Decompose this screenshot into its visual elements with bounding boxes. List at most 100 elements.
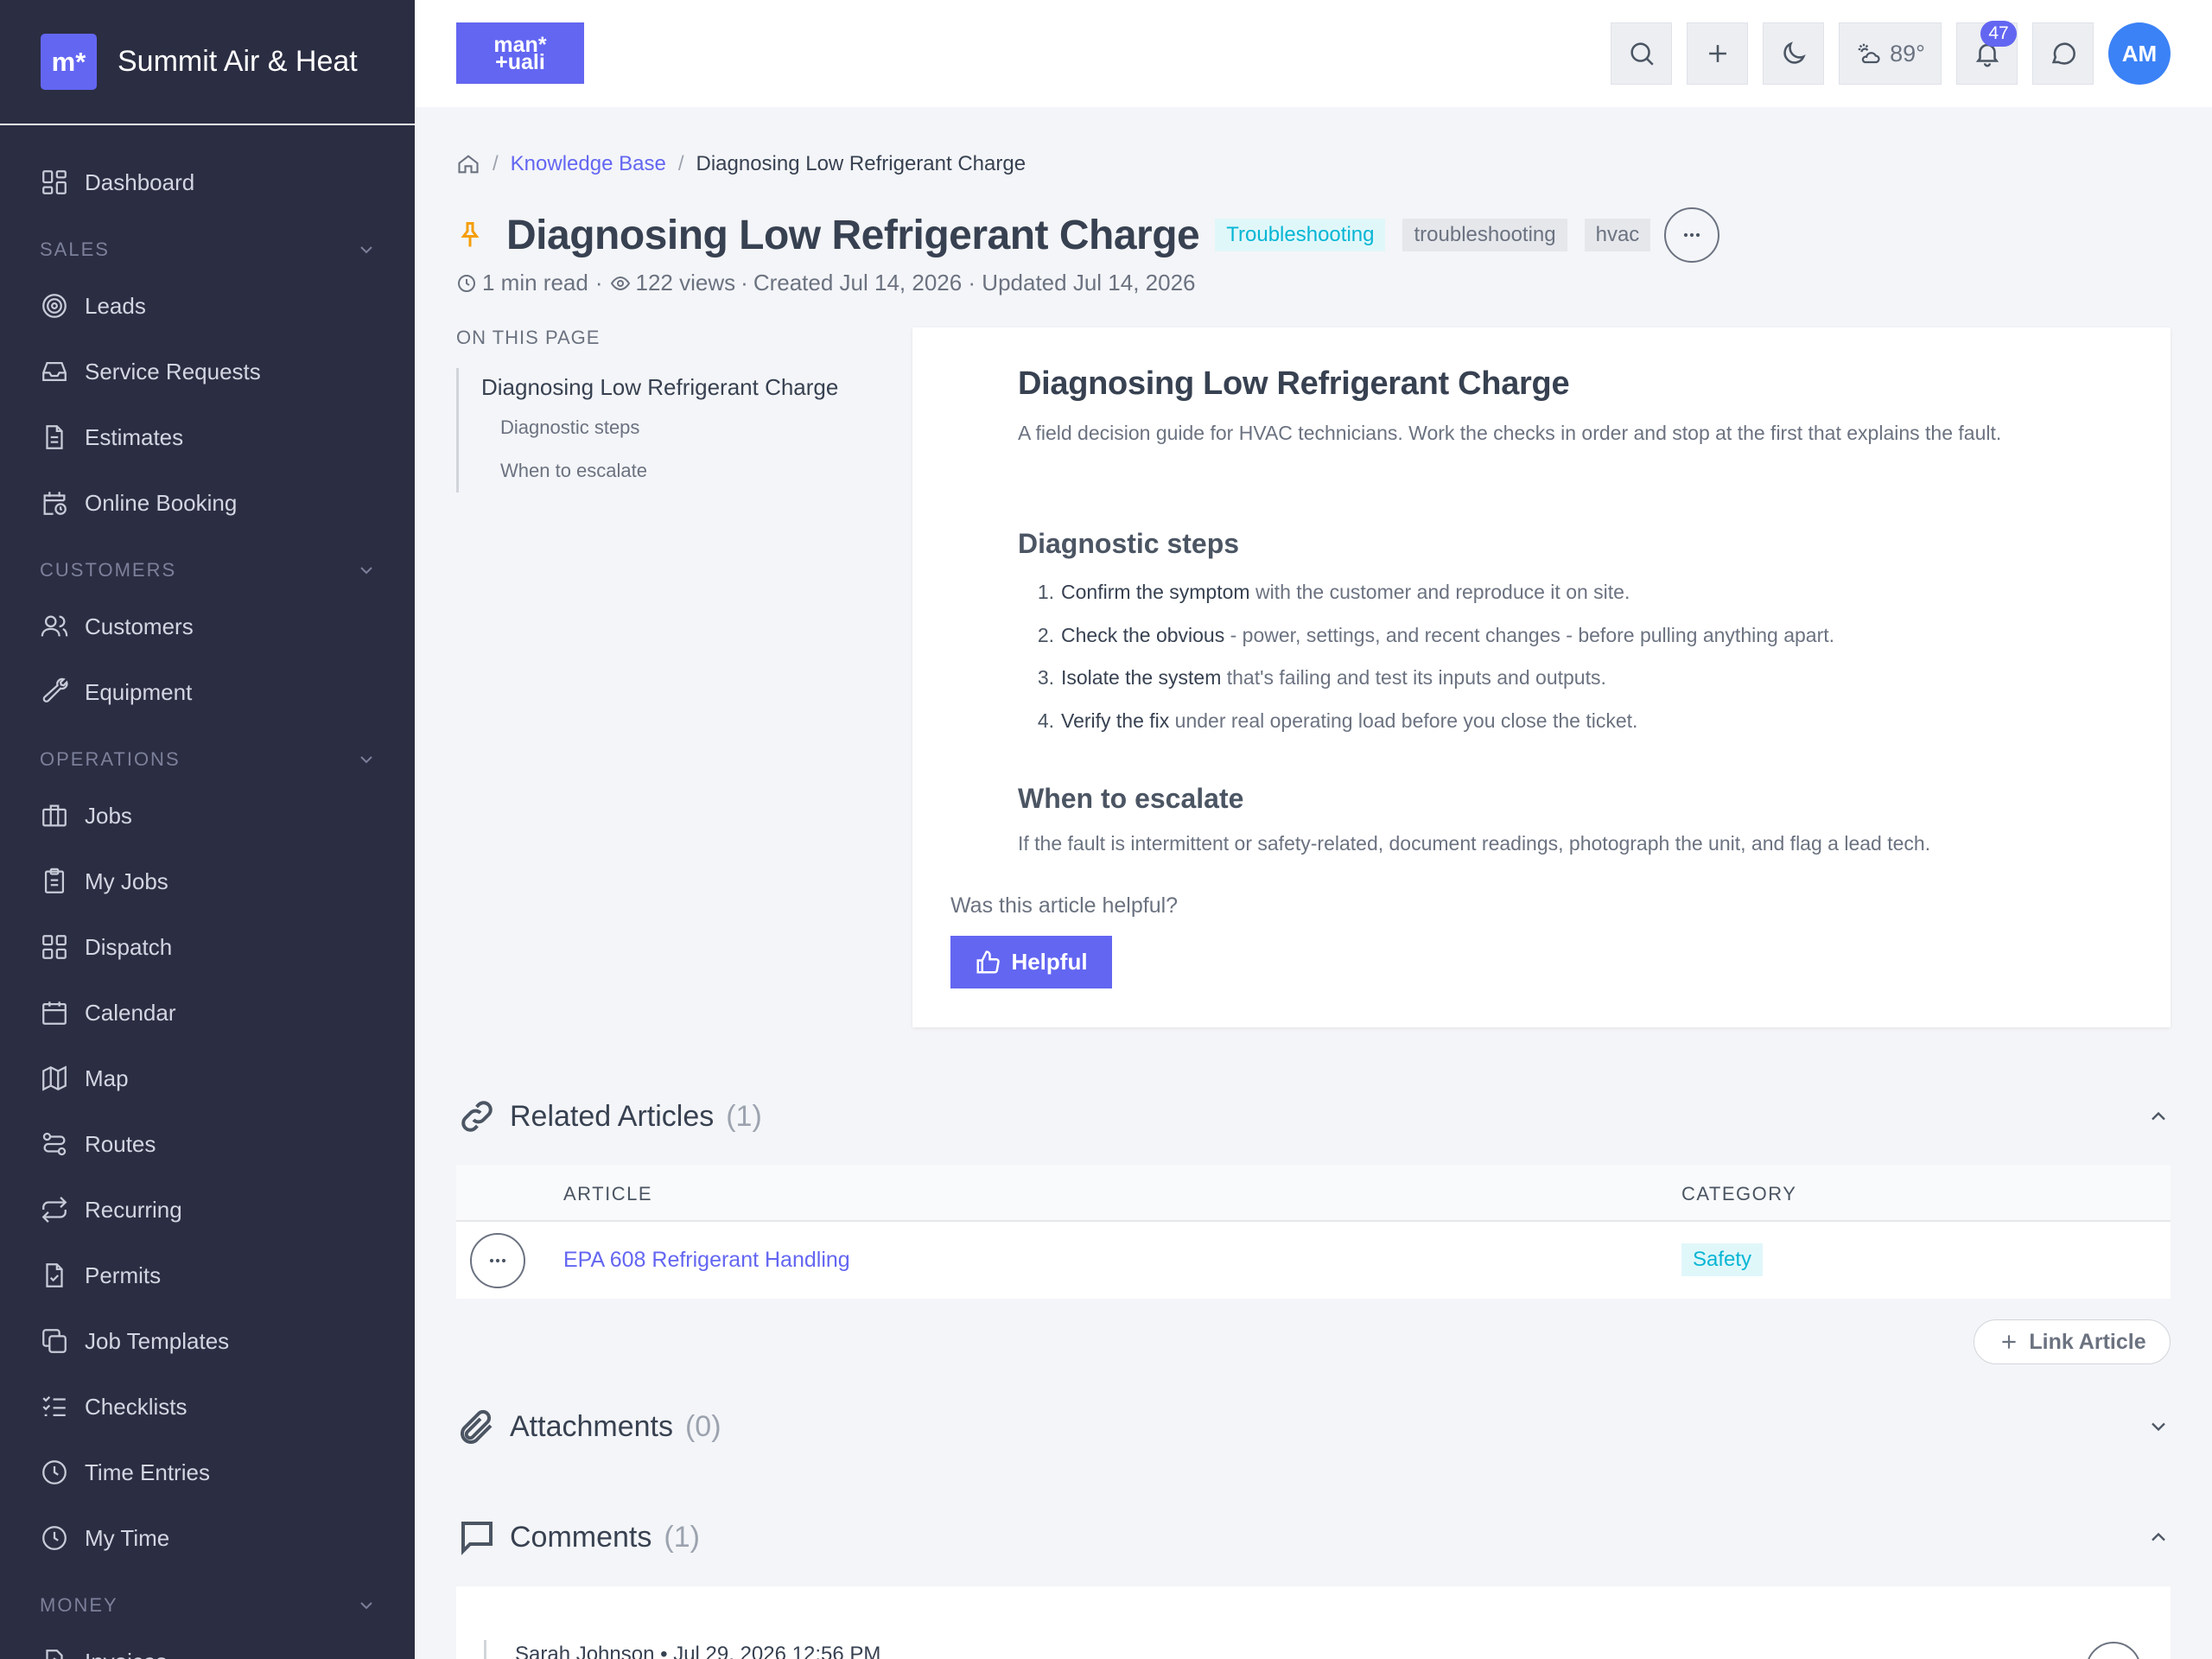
sidebar-item-service-requests[interactable]: Service Requests [0, 339, 415, 404]
section-title: CUSTOMERS [40, 558, 177, 581]
toc-item[interactable]: When to escalate [481, 449, 871, 493]
sidebar-item-dispatch[interactable]: Dispatch [0, 914, 415, 980]
thumbs-up-icon [976, 950, 1001, 973]
sidebar-item-recurring[interactable]: Recurring [0, 1177, 415, 1243]
add-button[interactable] [1687, 22, 1748, 85]
top-bar: man* +uali [415, 0, 2212, 107]
checklist-icon [42, 1395, 66, 1417]
sidebar-item-label: Jobs [85, 802, 132, 829]
escalate-text: If the fault is intermittent or safety-r… [1018, 832, 1931, 855]
sidebar-item-time-entries[interactable]: Time Entries [0, 1440, 415, 1505]
tag-chip: troubleshooting [1402, 219, 1567, 251]
sidebar-item-my-time[interactable]: My Time [0, 1505, 415, 1571]
view-count: 122 views [635, 270, 736, 296]
column-header-category[interactable]: CATEGORY [1681, 1183, 1796, 1205]
sidebar-item-label: Dashboard [85, 168, 195, 195]
more-horizontal-icon [1684, 232, 1700, 238]
article-meta: 1 min read · 122 views · Created Jul 14,… [456, 270, 1196, 296]
chevron-down-icon[interactable] [2146, 1414, 2171, 1439]
steps-list: 1. Confirm the symptom with the customer … [1018, 571, 1834, 742]
sidebar-item-dashboard[interactable]: Dashboard [0, 149, 415, 215]
link-article-button[interactable]: Link Article [1974, 1319, 2171, 1364]
article-actions-button[interactable] [1664, 207, 1720, 263]
breadcrumb-knowledge-base[interactable]: Knowledge Base [511, 152, 666, 176]
breadcrumb-separator: / [493, 152, 499, 175]
sidebar-item-leads[interactable]: Leads [0, 273, 415, 339]
copy-icon [42, 1329, 67, 1353]
sidebar-item-routes[interactable]: Routes [0, 1111, 415, 1177]
sidebar-item-map[interactable]: Map [0, 1046, 415, 1111]
chevron-up-icon[interactable] [2146, 1525, 2171, 1549]
chevron-up-icon[interactable] [2146, 1104, 2171, 1128]
eye-icon [610, 276, 630, 290]
page-title: Diagnosing Low Refrigerant Charge [506, 212, 1200, 258]
sidebar-item-invoices[interactable]: Invoices [0, 1629, 415, 1659]
section-title: Attachments [510, 1409, 673, 1443]
sidebar-item-equipment[interactable]: Equipment [0, 659, 415, 725]
sidebar-item-calendar[interactable]: Calendar [0, 980, 415, 1046]
search-button[interactable] [1611, 22, 1672, 85]
home-icon[interactable] [456, 152, 480, 176]
sidebar-item-label: Routes [85, 1130, 156, 1157]
sidebar-item-permits[interactable]: Permits [0, 1243, 415, 1308]
link-article-label: Link Article [2029, 1329, 2146, 1354]
section-operations[interactable]: OPERATIONS [0, 725, 415, 783]
calendar-clock-icon [43, 492, 67, 515]
helpful-button[interactable]: Helpful [950, 936, 1112, 988]
sidebar-item-checklists[interactable]: Checklists [0, 1374, 415, 1440]
pin-icon[interactable] [454, 219, 486, 251]
chat-bubble-icon [2051, 42, 2075, 65]
brand[interactable]: m* Summit Air & Heat [0, 0, 415, 125]
category-badge: Troubleshooting [1215, 219, 1386, 251]
app-logo[interactable]: man* +uali [456, 22, 584, 84]
sidebar-item-label: Job Templates [85, 1327, 230, 1354]
row-actions-button[interactable] [470, 1233, 525, 1288]
dark-mode-toggle[interactable] [1763, 22, 1824, 85]
inbox-icon [42, 361, 67, 382]
sidebar-item-label: Service Requests [85, 358, 261, 385]
dashboard-grid-icon [42, 170, 67, 194]
attachments-header[interactable]: Attachments (0) [456, 1401, 2171, 1452]
app-logo-text: man* +uali [493, 34, 546, 73]
breadcrumb-current: Diagnosing Low Refrigerant Charge [696, 152, 1027, 175]
brand-logo: m* [41, 34, 97, 90]
weather-widget[interactable]: 89° [1839, 22, 1942, 85]
section-title: MONEY [40, 1593, 118, 1616]
step-text: - power, settings, and recent changes - … [1224, 623, 1835, 646]
sidebar-item-my-jobs[interactable]: My Jobs [0, 849, 415, 914]
sidebar-item-estimates[interactable]: Estimates [0, 404, 415, 470]
sidebar-item-label: Time Entries [85, 1459, 210, 1485]
users-icon [41, 615, 68, 637]
sidebar-item-label: Permits [85, 1262, 162, 1288]
sidebar-item-online-booking[interactable]: Online Booking [0, 470, 415, 536]
helpful-question: Was this article helpful? [950, 893, 1179, 918]
list-item: 3. Isolate the system that's failing and … [1018, 657, 1834, 700]
comment-actions-button[interactable] [2086, 1642, 2141, 1659]
sidebar-item-job-templates[interactable]: Job Templates [0, 1308, 415, 1374]
step-text: with the customer and reproduce it on si… [1249, 581, 1630, 604]
clipboard-icon [44, 868, 65, 893]
sidebar: m* Summit Air & Heat Dashboard SALES Lea… [0, 0, 415, 1659]
sidebar-item-jobs[interactable]: Jobs [0, 783, 415, 849]
section-heading-steps: Diagnostic steps [1018, 528, 1240, 559]
section-customers[interactable]: CUSTOMERS [0, 536, 415, 594]
toc-item[interactable]: Diagnostic steps [481, 406, 871, 449]
section-money[interactable]: MONEY [0, 1571, 415, 1629]
table-row: EPA 608 Refrigerant Handling Safety [456, 1222, 2171, 1299]
toc-item[interactable]: Diagnosing Low Refrigerant Charge [481, 368, 871, 406]
comments-header[interactable]: Comments (1) [456, 1511, 2171, 1563]
user-avatar[interactable]: AM [2108, 22, 2171, 85]
sidebar-item-customers[interactable]: Customers [0, 594, 415, 659]
file-check-icon [46, 1263, 63, 1287]
section-sales[interactable]: SALES [0, 215, 415, 273]
table-of-contents: ON THIS PAGE Diagnosing Low Refrigerant … [456, 327, 871, 493]
paperclip-icon [461, 1409, 493, 1444]
related-article-link[interactable]: EPA 608 Refrigerant Handling [563, 1248, 850, 1273]
column-header-article[interactable]: ARTICLE [563, 1183, 652, 1205]
step-number: 2. [1037, 623, 1054, 646]
chevron-down-icon [360, 566, 372, 574]
briefcase-icon [42, 804, 67, 827]
related-articles-header[interactable]: Related Articles (1) [456, 1090, 2171, 1142]
step-text: under real operating load before you clo… [1169, 709, 1638, 732]
messages-button[interactable] [2032, 22, 2094, 85]
